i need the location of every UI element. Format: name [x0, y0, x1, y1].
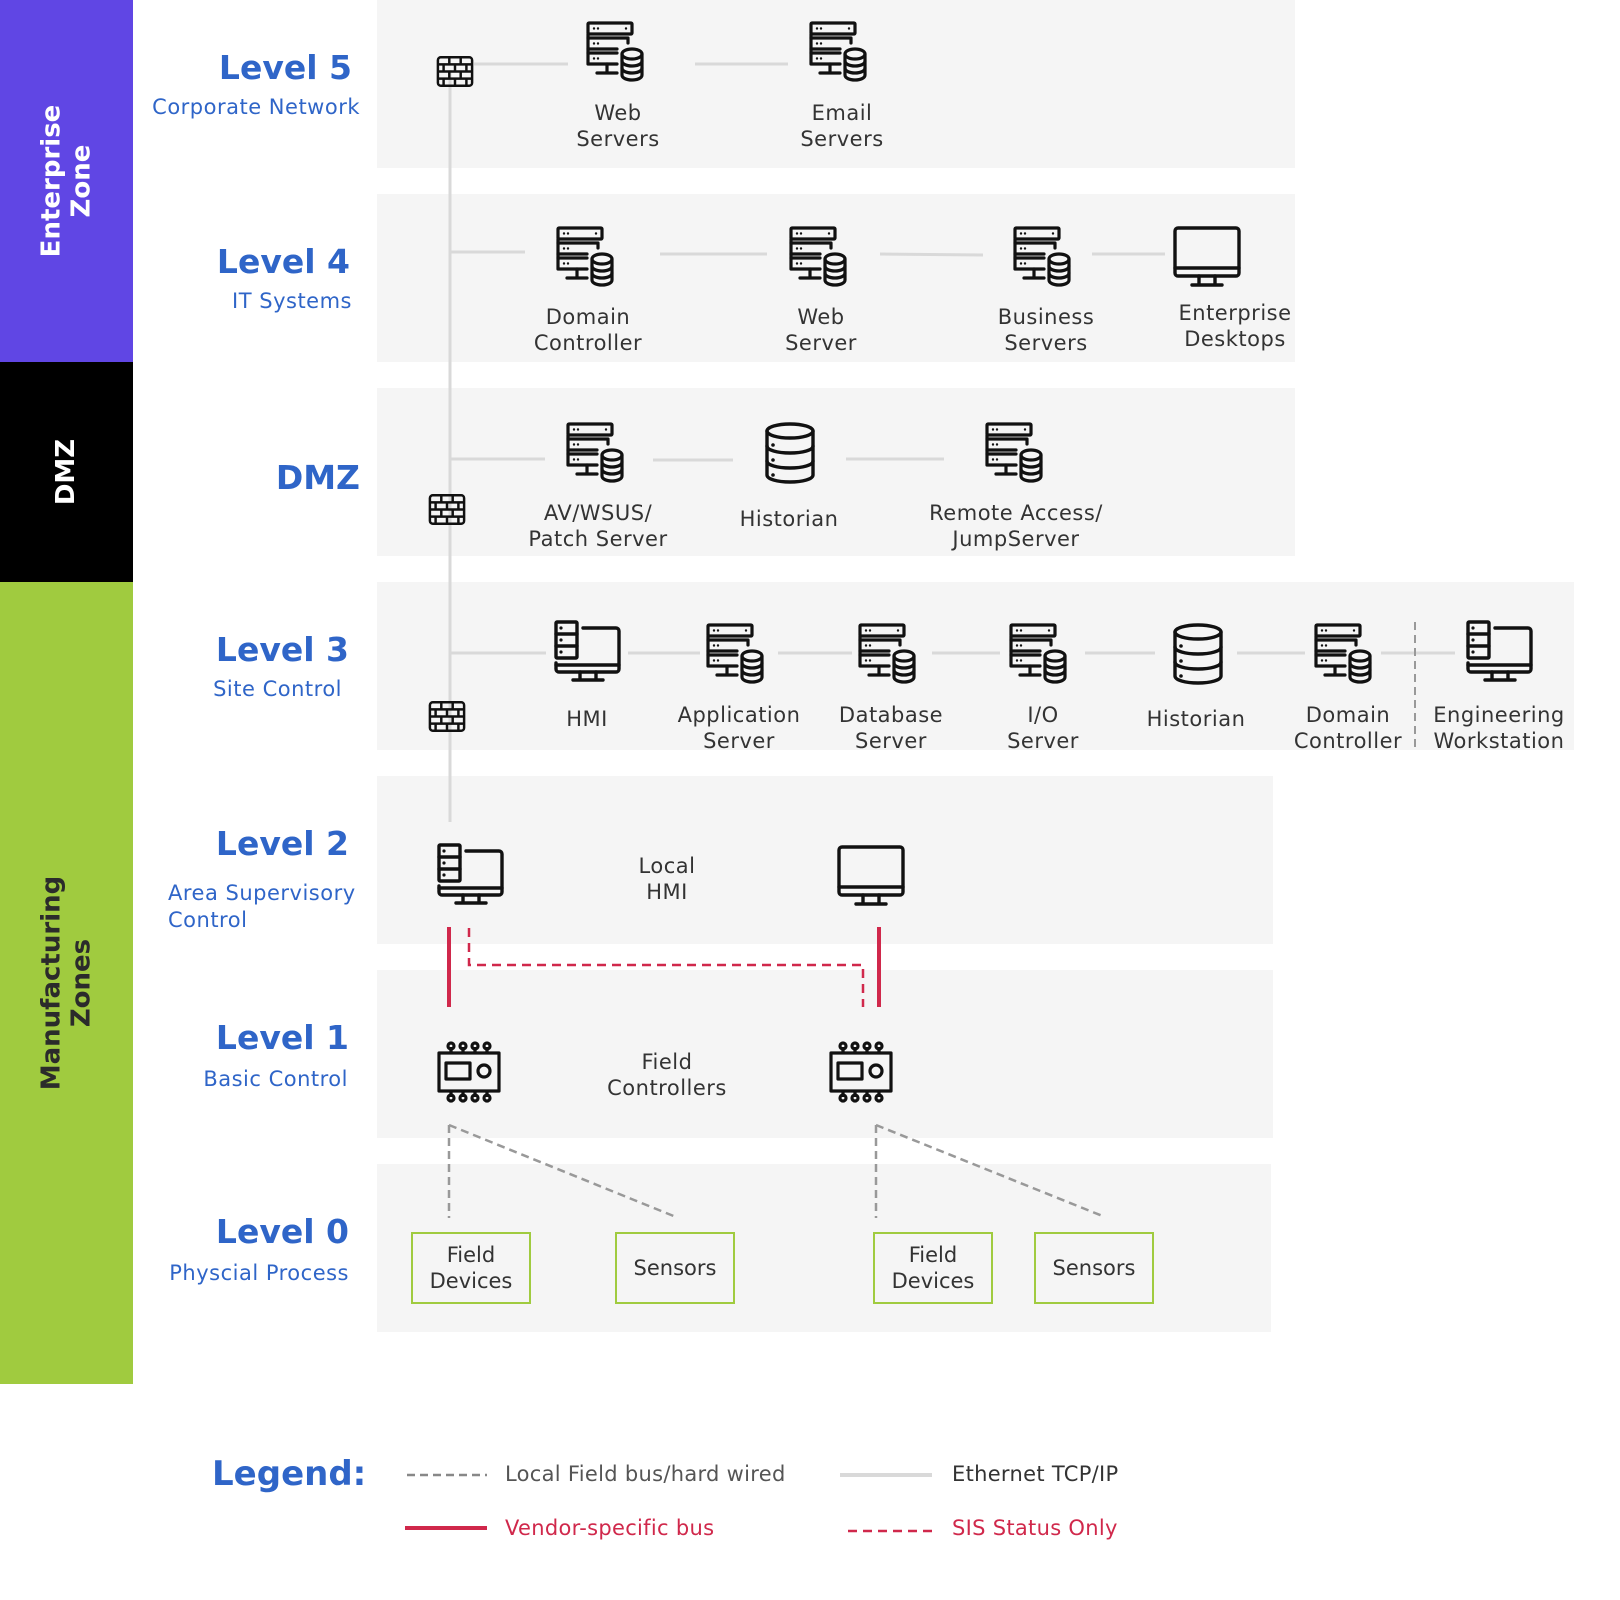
server-database-icon: [565, 421, 629, 485]
field-controllers-label: Field Controllers: [607, 1050, 727, 1100]
monitor-icon: [836, 844, 906, 908]
server-database-icon: [788, 225, 852, 289]
node-label: Historian: [739, 507, 839, 531]
legend-vendor-bus-label: Vendor-specific bus: [505, 1516, 715, 1540]
field-devices-box[interactable]: Field Devices: [873, 1232, 993, 1304]
node-label: Historian: [1146, 707, 1246, 731]
monitor-icon: [1172, 225, 1242, 289]
server-database-icon: [585, 20, 649, 84]
workstation-icon: [436, 843, 506, 907]
node-label: Email Servers: [800, 101, 884, 151]
sensors-box[interactable]: Sensors: [615, 1232, 735, 1304]
server-database-icon: [705, 622, 769, 686]
node-label: Web Servers: [576, 101, 660, 151]
local-hmi-label: Local HMI: [638, 854, 696, 904]
controller-icon: [828, 1041, 894, 1103]
server-database-icon: [1008, 622, 1072, 686]
firewall-icon: [428, 700, 466, 733]
workstation-icon: [1465, 620, 1535, 684]
server-database-icon: [857, 622, 921, 686]
node-label: Domain Controller: [533, 305, 643, 355]
node-label: Business Servers: [997, 305, 1095, 355]
field-bus-link: [448, 1123, 677, 1219]
legend-sis-label: SIS Status Only: [952, 1516, 1118, 1540]
node-label: Application Server: [677, 703, 801, 753]
firewall-icon: [436, 55, 474, 88]
node-label: Database Server: [838, 703, 944, 753]
database-icon: [1171, 622, 1225, 686]
node-label: Domain Controller: [1293, 703, 1403, 753]
node-label: Engineering Workstation: [1433, 703, 1565, 753]
server-database-icon: [1012, 225, 1076, 289]
workstation-icon: [553, 620, 623, 684]
firewall-icon: [428, 493, 466, 526]
node-label: AV/WSUS/ Patch Server: [528, 501, 668, 551]
server-database-icon: [984, 421, 1048, 485]
server-database-icon: [1313, 622, 1377, 686]
ethernet-link: [879, 252, 984, 257]
node-label: Enterprise Desktops: [1178, 301, 1292, 351]
database-icon: [763, 421, 817, 485]
field-devices-box[interactable]: Field Devices: [411, 1232, 531, 1304]
node-label: Web Server: [785, 305, 857, 355]
sis-status-link: [467, 928, 865, 1007]
node-label: I/O Server: [1007, 703, 1079, 753]
node-label: HMI: [566, 707, 608, 731]
sensors-box[interactable]: Sensors: [1034, 1232, 1154, 1304]
legend-ethernet-label: Ethernet TCP/IP: [952, 1462, 1119, 1486]
legend-title: Legend:: [212, 1454, 367, 1494]
legend-field-bus-label: Local Field bus/hard wired: [505, 1462, 786, 1486]
controller-icon: [436, 1041, 502, 1103]
field-bus-link: [875, 1123, 1106, 1219]
node-label: Remote Access/ JumpServer: [929, 501, 1103, 551]
server-database-icon: [555, 225, 619, 289]
server-database-icon: [808, 20, 872, 84]
